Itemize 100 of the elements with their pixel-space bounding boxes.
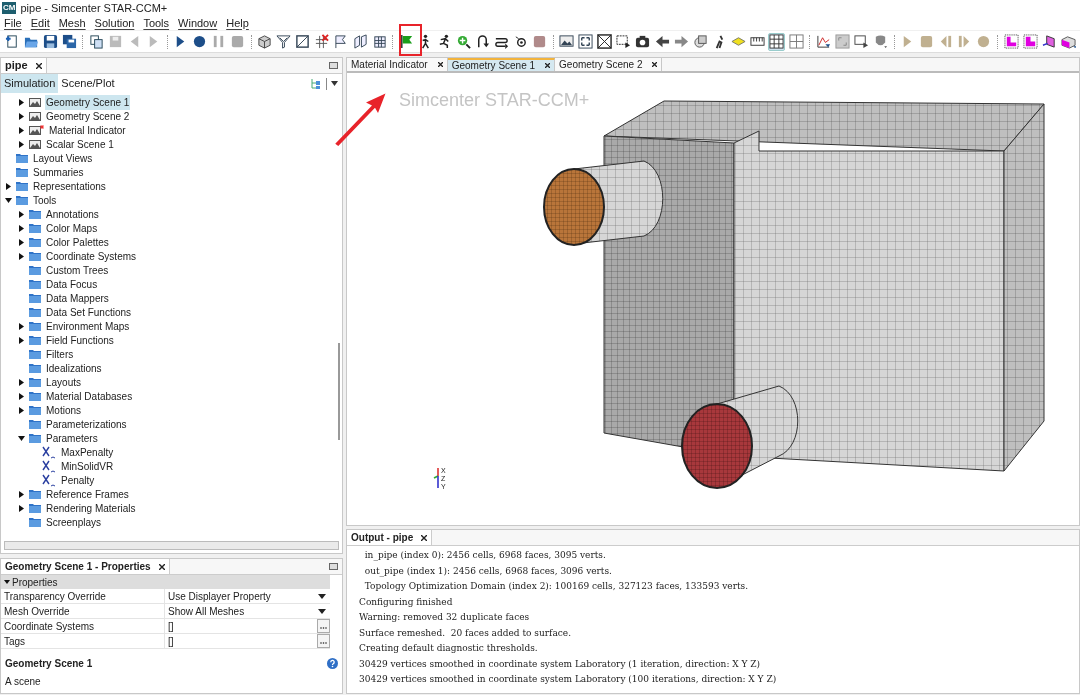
property-value[interactable]: [] <box>168 633 174 649</box>
panel-tab[interactable]: Output - pipe <box>347 530 433 545</box>
tree-item[interactable]: MinSolidVR <box>60 458 115 474</box>
flag-icon[interactable] <box>398 34 414 49</box>
camera-icon[interactable] <box>635 34 651 49</box>
scrollbar-thumb[interactable] <box>338 343 340 440</box>
save-icon[interactable] <box>42 34 58 49</box>
tree-filter-icon[interactable] <box>310 77 322 90</box>
property-value[interactable]: Show All Meshes <box>168 603 245 619</box>
record-icon[interactable] <box>192 34 208 49</box>
frame-icon[interactable] <box>295 34 311 49</box>
tree-item[interactable]: Coordinate Systems <box>45 248 138 264</box>
tree-item[interactable]: Custom Trees <box>45 262 110 278</box>
minimize-icon[interactable] <box>329 563 338 570</box>
expand-arrow-icon[interactable] <box>18 140 25 148</box>
expand-arrow-icon[interactable] <box>18 224 25 232</box>
expand-arrow-icon[interactable] <box>18 336 25 344</box>
tree-item[interactable]: Material Databases <box>45 388 134 404</box>
close-icon[interactable] <box>421 534 428 541</box>
collapse-arrow-icon[interactable] <box>4 580 10 584</box>
tree-item[interactable]: Layout Views <box>32 150 94 166</box>
rotate-icon[interactable] <box>513 34 529 49</box>
expand-arrow-icon[interactable] <box>18 210 25 218</box>
block-view-icon[interactable] <box>1060 34 1076 49</box>
grid-delete-icon[interactable] <box>314 34 330 49</box>
menu-item[interactable]: Mesh <box>58 14 86 32</box>
plane-icon[interactable] <box>730 34 746 49</box>
close-icon[interactable] <box>545 63 551 68</box>
expand-arrow-icon[interactable] <box>18 126 25 134</box>
cube-grid-icon[interactable] <box>371 34 387 49</box>
tree-item[interactable]: Motions <box>45 402 82 418</box>
tree-item[interactable]: Summaries <box>32 164 85 180</box>
image-icon[interactable] <box>559 34 575 49</box>
dropdown-caret-icon[interactable] <box>331 81 338 86</box>
tree-item[interactable]: Scalar Scene 1 <box>45 136 115 152</box>
expand-arrow-icon[interactable] <box>18 504 25 512</box>
ellipsis-button[interactable] <box>317 634 330 648</box>
tree-item[interactable]: Material Indicator <box>48 122 127 138</box>
scene-tab[interactable]: Geometry Scene 1 <box>447 58 556 71</box>
tree-item[interactable]: Environment Maps <box>45 318 131 334</box>
menu-item[interactable]: Window <box>178 14 218 32</box>
tree-item[interactable]: Data Focus <box>45 276 99 292</box>
expand-arrow-icon[interactable] <box>18 378 25 386</box>
help-icon[interactable] <box>327 658 338 669</box>
expand-arrow-icon[interactable] <box>18 490 25 498</box>
tree-item[interactable]: Reference Frames <box>45 486 130 502</box>
menu-item[interactable]: Tools <box>143 14 170 32</box>
menu-item[interactable]: Help <box>226 14 249 32</box>
plot-icon[interactable] <box>815 34 831 49</box>
property-group-header[interactable]: Properties <box>1 575 330 589</box>
select-box-icon[interactable] <box>616 34 632 49</box>
tree-item[interactable]: MaxPenalty <box>60 444 115 460</box>
tree-item[interactable]: Field Functions <box>45 332 115 348</box>
expand-arrow-icon[interactable] <box>18 238 25 246</box>
tree-item[interactable]: Geometry Scene 2 <box>45 108 131 124</box>
tree-item[interactable]: Screenplays <box>45 514 103 530</box>
property-value[interactable]: Use Displayer Property <box>168 588 271 604</box>
expand-arrow-icon[interactable] <box>5 182 12 190</box>
collapse-arrow-icon[interactable] <box>18 434 25 442</box>
tree-item[interactable]: Layouts <box>45 374 83 390</box>
sheets-icon[interactable] <box>352 34 368 49</box>
fit-view-icon[interactable] <box>578 34 594 49</box>
tree-item[interactable]: Representations <box>32 178 107 194</box>
expand-arrow-icon[interactable] <box>18 98 25 106</box>
cube-icon[interactable] <box>257 34 273 49</box>
tree-item[interactable]: Parameters <box>45 430 99 446</box>
tree-item[interactable]: Rendering Materials <box>45 500 137 516</box>
horizontal-scrollbar[interactable] <box>4 541 339 550</box>
expand-arrow-icon[interactable] <box>18 406 25 414</box>
close-icon[interactable] <box>158 563 165 570</box>
collapse-arrow-icon[interactable] <box>5 196 12 204</box>
tree-item[interactable]: Tools <box>32 192 58 208</box>
copy-icon[interactable] <box>88 34 104 49</box>
tree-item[interactable]: Annotations <box>45 206 100 222</box>
step-select-icon[interactable] <box>1022 34 1038 49</box>
tab[interactable]: Simulation <box>1 74 59 93</box>
ellipsis-button[interactable] <box>317 619 330 633</box>
ruler-icon[interactable] <box>749 34 765 49</box>
menu-item[interactable]: Solution <box>94 14 135 32</box>
close-icon[interactable] <box>437 62 443 67</box>
expand-arrow-icon[interactable] <box>18 392 25 400</box>
corner-select-icon[interactable] <box>1003 34 1019 49</box>
back-arrow-icon[interactable] <box>654 34 670 49</box>
close-icon[interactable] <box>35 62 42 69</box>
tree-item[interactable]: Penalty <box>60 472 96 488</box>
overlap-icon[interactable] <box>692 34 708 49</box>
tree-item[interactable]: Geometry Scene 1 <box>45 94 131 110</box>
tree-item[interactable]: Filters <box>45 346 75 362</box>
zoom-box-icon[interactable] <box>597 34 613 49</box>
close-icon[interactable] <box>652 62 658 67</box>
mesh-filter-icon[interactable] <box>276 34 292 49</box>
tab[interactable]: Scene/Plot <box>58 74 118 93</box>
panel-tab[interactable]: pipe <box>1 58 47 73</box>
tree-item[interactable]: Parameterizations <box>45 416 128 432</box>
tree-item[interactable]: Idealizations <box>45 360 103 376</box>
save-all-icon[interactable] <box>61 34 77 49</box>
expand-arrow-icon[interactable] <box>18 112 25 120</box>
property-value[interactable]: [] <box>168 618 174 634</box>
menu-item[interactable]: File <box>4 14 22 32</box>
minimize-icon[interactable] <box>329 62 338 69</box>
